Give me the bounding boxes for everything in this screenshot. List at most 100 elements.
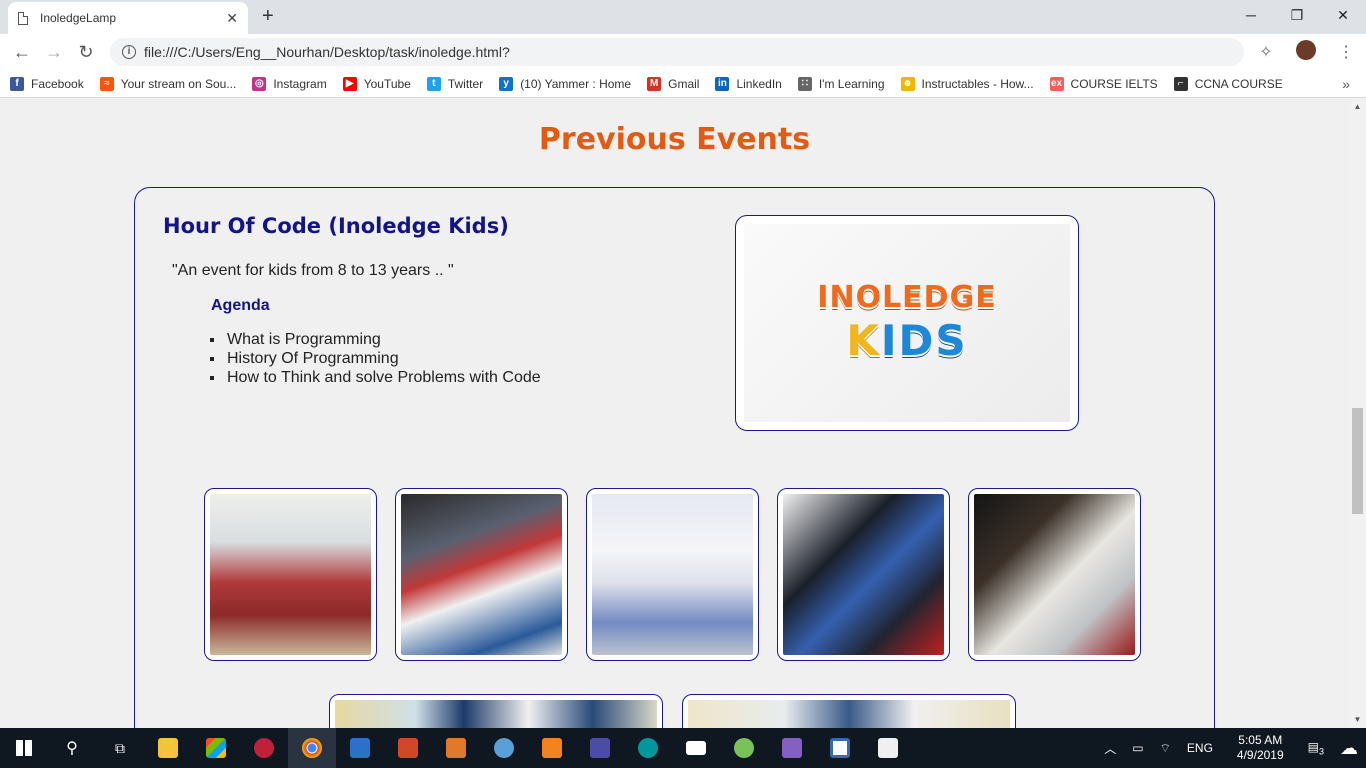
bookmark-favicon-icon: ≈ — [99, 76, 114, 91]
address-bar[interactable]: i file:///C:/Users/Eng__Nourhan/Desktop/… — [110, 38, 1244, 66]
logo-line-1: INOLEDGE — [817, 280, 997, 315]
bookmark-item[interactable]: ◎ Instagram — [252, 76, 327, 91]
bookmark-item[interactable]: f Facebook — [10, 76, 84, 91]
bookmark-item[interactable]: ≈ Your stream on Sou... — [99, 76, 237, 91]
event-photo — [204, 488, 377, 661]
info-icon[interactable]: i — [122, 45, 136, 59]
reload-icon[interactable]: ↻ — [70, 42, 102, 63]
new-tab-button[interactable]: + — [262, 5, 274, 28]
back-icon[interactable]: ← — [6, 42, 38, 63]
bookmark-label: COURSE IELTS — [1070, 76, 1158, 91]
task-view-icon[interactable]: ⧉ — [96, 728, 144, 768]
bookmark-item[interactable]: ∷ I'm Learning — [797, 76, 885, 91]
photo-kids-classroom — [210, 494, 371, 655]
bookmark-item[interactable]: M Gmail — [647, 76, 700, 91]
wifi-icon[interactable]: ⌔ — [1160, 741, 1171, 756]
browser-tab[interactable]: InoledgeLamp ✕ — [8, 2, 248, 34]
event-card: Hour Of Code (Inoledge Kids) "An event f… — [134, 187, 1215, 728]
notification-count: 3 — [1318, 746, 1324, 757]
page-heading: Previous Events — [538, 122, 811, 157]
bookmark-favicon-icon: ☻ — [900, 76, 915, 91]
notification-icon[interactable]: ▤3 — [1308, 740, 1324, 756]
start-button[interactable] — [0, 728, 48, 768]
scroll-thumb[interactable] — [1352, 408, 1363, 514]
bookmark-label: Gmail — [668, 76, 700, 91]
bookmark-favicon-icon: ◎ — [252, 76, 267, 91]
app-frame-icon[interactable] — [816, 728, 864, 768]
bookmark-item[interactable]: in LinkedIn — [715, 76, 782, 91]
powerpoint-icon[interactable] — [384, 728, 432, 768]
forward-icon[interactable]: → — [38, 42, 70, 63]
photo-smiling-kid — [592, 494, 753, 655]
event-logo-frame: INOLEDGE KIDS — [735, 215, 1079, 431]
extension-icon[interactable]: ✧ — [1246, 42, 1286, 62]
android-studio-icon[interactable] — [720, 728, 768, 768]
scroll-down-icon[interactable]: ▼ — [1349, 711, 1366, 728]
media-player-icon[interactable] — [432, 728, 480, 768]
battery-icon[interactable]: ▭ — [1132, 741, 1143, 755]
app-purple-icon[interactable] — [576, 728, 624, 768]
bookmark-item[interactable]: ex COURSE IELTS — [1049, 76, 1158, 91]
close-window-icon[interactable]: ✕ — [1320, 0, 1366, 30]
more-bookmarks-icon[interactable]: » — [1342, 76, 1350, 92]
clock[interactable]: 5:05 AM 4/9/2019 — [1229, 733, 1292, 763]
arduino-icon[interactable] — [624, 728, 672, 768]
minimize-icon[interactable]: ─ — [1228, 0, 1274, 30]
agenda-item: What is Programming — [225, 330, 541, 349]
bookmark-item[interactable]: y (10) Yammer : Home — [499, 76, 631, 91]
agenda-item: How to Think and solve Problems with Cod… — [225, 368, 541, 387]
bookmark-label: Facebook — [31, 76, 84, 91]
clock-date: 4/9/2019 — [1236, 748, 1284, 762]
bookmark-label: Your stream on Sou... — [120, 76, 237, 91]
bookmark-item[interactable]: ☻ Instructables - How... — [900, 76, 1034, 91]
bookmark-favicon-icon: ∷ — [797, 76, 812, 91]
bookmarks-bar: f Facebook ≈ Your stream on Sou... ◎ Instagra… — [0, 70, 1366, 98]
restore-icon[interactable]: ❐ — [1274, 0, 1320, 30]
browser-toolbar: ← → ↻ i file:///C:/Users/Eng__Nourhan/De… — [0, 34, 1366, 70]
bookmark-label: Instructables - How... — [921, 76, 1034, 91]
page-viewport: Previous Events Hour Of Code (Inoledge K… — [0, 98, 1349, 728]
photo-banner-hour-of-code — [335, 700, 657, 728]
bookmark-item[interactable]: ▶ YouTube — [342, 76, 411, 91]
event-quote: "An event for kids from 8 to 13 years ..… — [172, 262, 454, 279]
file-explorer-icon[interactable] — [144, 728, 192, 768]
agenda-heading: Agenda — [211, 297, 270, 314]
event-photo — [395, 488, 568, 661]
windows-taskbar: ⚲ ⧉ ︿ ▭ ⌔ ENG 5:05 AM 4/9/2019 ▤3 ☁ — [0, 728, 1366, 768]
bookmark-favicon-icon: ⌐ — [1173, 76, 1188, 91]
logo-letter-k: K — [846, 316, 881, 365]
document-icon — [18, 11, 28, 25]
bookmark-favicon-icon: ex — [1049, 76, 1064, 91]
weather-cloud-icon[interactable]: ☁ — [1340, 738, 1358, 759]
outlook-icon[interactable] — [336, 728, 384, 768]
language-indicator[interactable]: ENG — [1187, 741, 1213, 755]
app-icon[interactable] — [240, 728, 288, 768]
app-orange-icon[interactable] — [528, 728, 576, 768]
bookmark-favicon-icon: M — [647, 76, 662, 91]
movie-maker-icon[interactable] — [864, 728, 912, 768]
tab-title: InoledgeLamp — [40, 11, 117, 25]
bookmark-label: YouTube — [363, 76, 411, 91]
event-photo-wide — [682, 694, 1016, 728]
visual-studio-icon[interactable] — [768, 728, 816, 768]
chevron-up-icon[interactable]: ︿ — [1104, 740, 1116, 757]
search-icon[interactable]: ⚲ — [48, 728, 96, 768]
page-scrollbar[interactable]: ▲ ▼ — [1349, 98, 1366, 728]
event-photo — [777, 488, 950, 661]
close-tab-icon[interactable]: ✕ — [226, 10, 238, 27]
scroll-up-icon[interactable]: ▲ — [1349, 98, 1366, 115]
event-photo — [586, 488, 759, 661]
bookmark-item[interactable]: t Twitter — [426, 76, 483, 91]
profile-avatar[interactable] — [1286, 39, 1326, 65]
inoledge-kids-logo: INOLEDGE KIDS — [744, 224, 1070, 422]
bookmark-label: LinkedIn — [736, 76, 782, 91]
bookmark-label: CCNA COURSE — [1194, 76, 1283, 91]
bookmark-favicon-icon: t — [426, 76, 441, 91]
bookmark-item[interactable]: ⌐ CCNA COURSE — [1173, 76, 1283, 91]
system-tray: ︿ ▭ ⌔ ENG 5:05 AM 4/9/2019 ▤3 ☁ — [1096, 728, 1366, 768]
chrome-icon[interactable] — [288, 728, 336, 768]
paint-icon[interactable] — [480, 728, 528, 768]
menu-icon[interactable]: ⋮ — [1326, 42, 1366, 62]
mail-icon[interactable] — [672, 728, 720, 768]
store-icon[interactable] — [192, 728, 240, 768]
